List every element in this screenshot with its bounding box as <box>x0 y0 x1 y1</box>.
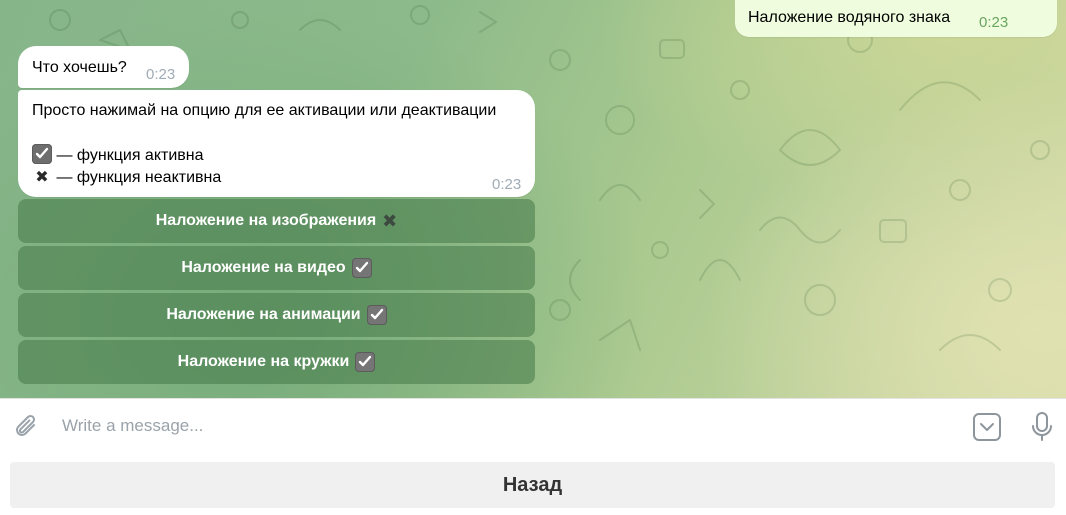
inline-button-animations[interactable]: Наложение на анимации <box>18 293 535 337</box>
paperclip-icon[interactable] <box>12 412 42 442</box>
cross-mark-icon: ✖ <box>382 211 398 231</box>
chevron-down-box-icon[interactable] <box>972 412 1002 442</box>
instructions-time: 0:23 <box>492 176 522 193</box>
check-box-icon <box>32 144 52 164</box>
instructions-spacer <box>32 122 535 144</box>
outgoing-message-time: 0:23 <box>979 14 1009 31</box>
incoming-message-prompt[interactable]: Что хочешь? 0:23 <box>18 46 189 88</box>
inline-button-circles-label: Наложение на кружки <box>177 353 350 370</box>
legend-inactive-text: — функция неактивна <box>56 169 222 186</box>
microphone-icon[interactable] <box>1030 411 1054 443</box>
message-composer <box>0 398 1066 455</box>
cross-mark-icon: ✖ <box>35 169 49 186</box>
check-box-icon <box>366 305 387 325</box>
legend-active-text: — функция активна <box>56 147 204 164</box>
check-box-icon <box>355 352 376 372</box>
chat-area: Наложение водяного знака 0:23 Что хочешь… <box>0 0 1066 398</box>
prompt-text: Что хочешь? <box>32 59 127 76</box>
inline-button-video-label: Наложение на видео <box>181 259 346 276</box>
reply-keyboard: Назад <box>0 454 1066 515</box>
prompt-time: 0:23 <box>146 66 176 83</box>
inline-button-animations-label: Наложение на анимации <box>166 306 361 323</box>
instructions-text: Просто нажимай на опцию для ее активации… <box>32 102 497 119</box>
message-input[interactable] <box>54 409 934 443</box>
outgoing-message[interactable]: Наложение водяного знака 0:23 <box>735 0 1057 37</box>
outgoing-message-text: Наложение водяного знака <box>748 9 951 26</box>
legend-inactive-row: ✖ — функция неактивна <box>32 167 535 189</box>
inline-button-images[interactable]: Наложение на изображения ✖ <box>18 199 535 243</box>
legend-active-row: — функция активна <box>32 144 535 167</box>
incoming-message-instructions[interactable]: Просто нажимай на опцию для ее активации… <box>18 90 535 197</box>
inline-button-images-label: Наложение на изображения <box>155 212 377 229</box>
inline-button-circles[interactable]: Наложение на кружки <box>18 340 535 384</box>
back-button[interactable]: Назад <box>10 462 1055 508</box>
inline-button-video[interactable]: Наложение на видео <box>18 246 535 290</box>
check-box-icon <box>351 258 372 278</box>
